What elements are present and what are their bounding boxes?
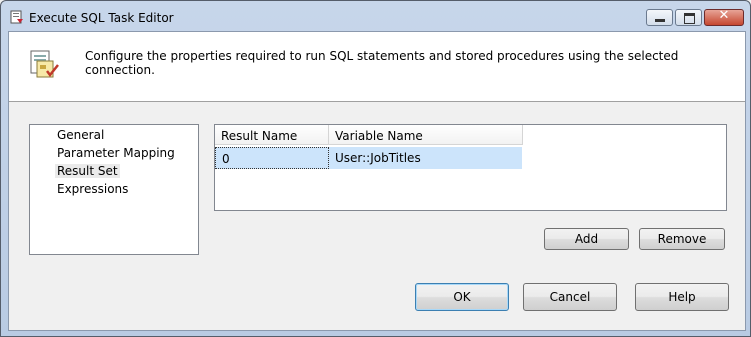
cancel-button[interactable]: Cancel [523, 283, 617, 311]
nav-item-parameter-mapping[interactable]: Parameter Mapping [55, 146, 177, 160]
column-header-result-name[interactable]: Result Name [215, 125, 329, 145]
close-button[interactable]: ✕ [704, 8, 744, 26]
close-icon: ✕ [718, 8, 730, 23]
result-set-grid[interactable]: Result Name Variable Name 0 User::JobTit… [214, 124, 727, 211]
remove-button[interactable]: Remove [639, 228, 725, 250]
column-header-variable-name[interactable]: Variable Name [329, 125, 523, 145]
sql-task-icon [10, 10, 23, 24]
header-description: Configure the properties required to run… [85, 49, 679, 77]
nav-item-general[interactable]: General [55, 128, 106, 142]
nav-item-expressions[interactable]: Expressions [55, 182, 130, 196]
ok-button[interactable]: OK [415, 283, 509, 311]
nav-item-result-set[interactable]: Result Set [55, 164, 120, 178]
dialog-window: Execute SQL Task Editor ✕ Configure the … [0, 0, 751, 337]
title-bar[interactable]: Execute SQL Task Editor ✕ [1, 1, 750, 31]
window-title: Execute SQL Task Editor [29, 11, 174, 25]
add-button[interactable]: Add [544, 228, 629, 250]
minimize-button[interactable] [646, 9, 673, 26]
cell-result-name[interactable]: 0 [215, 147, 329, 169]
dialog-client-area: Configure the properties required to run… [8, 31, 746, 331]
page-navigation-list[interactable]: General Parameter Mapping Result Set Exp… [29, 124, 199, 255]
minimize-icon [655, 19, 665, 22]
maximize-icon [684, 13, 695, 24]
header-panel: Configure the properties required to run… [9, 32, 745, 102]
maximize-button[interactable] [675, 9, 702, 26]
task-editor-icon [30, 50, 59, 78]
help-button[interactable]: Help [635, 283, 729, 311]
cell-variable-name[interactable]: User::JobTitles [329, 147, 522, 169]
